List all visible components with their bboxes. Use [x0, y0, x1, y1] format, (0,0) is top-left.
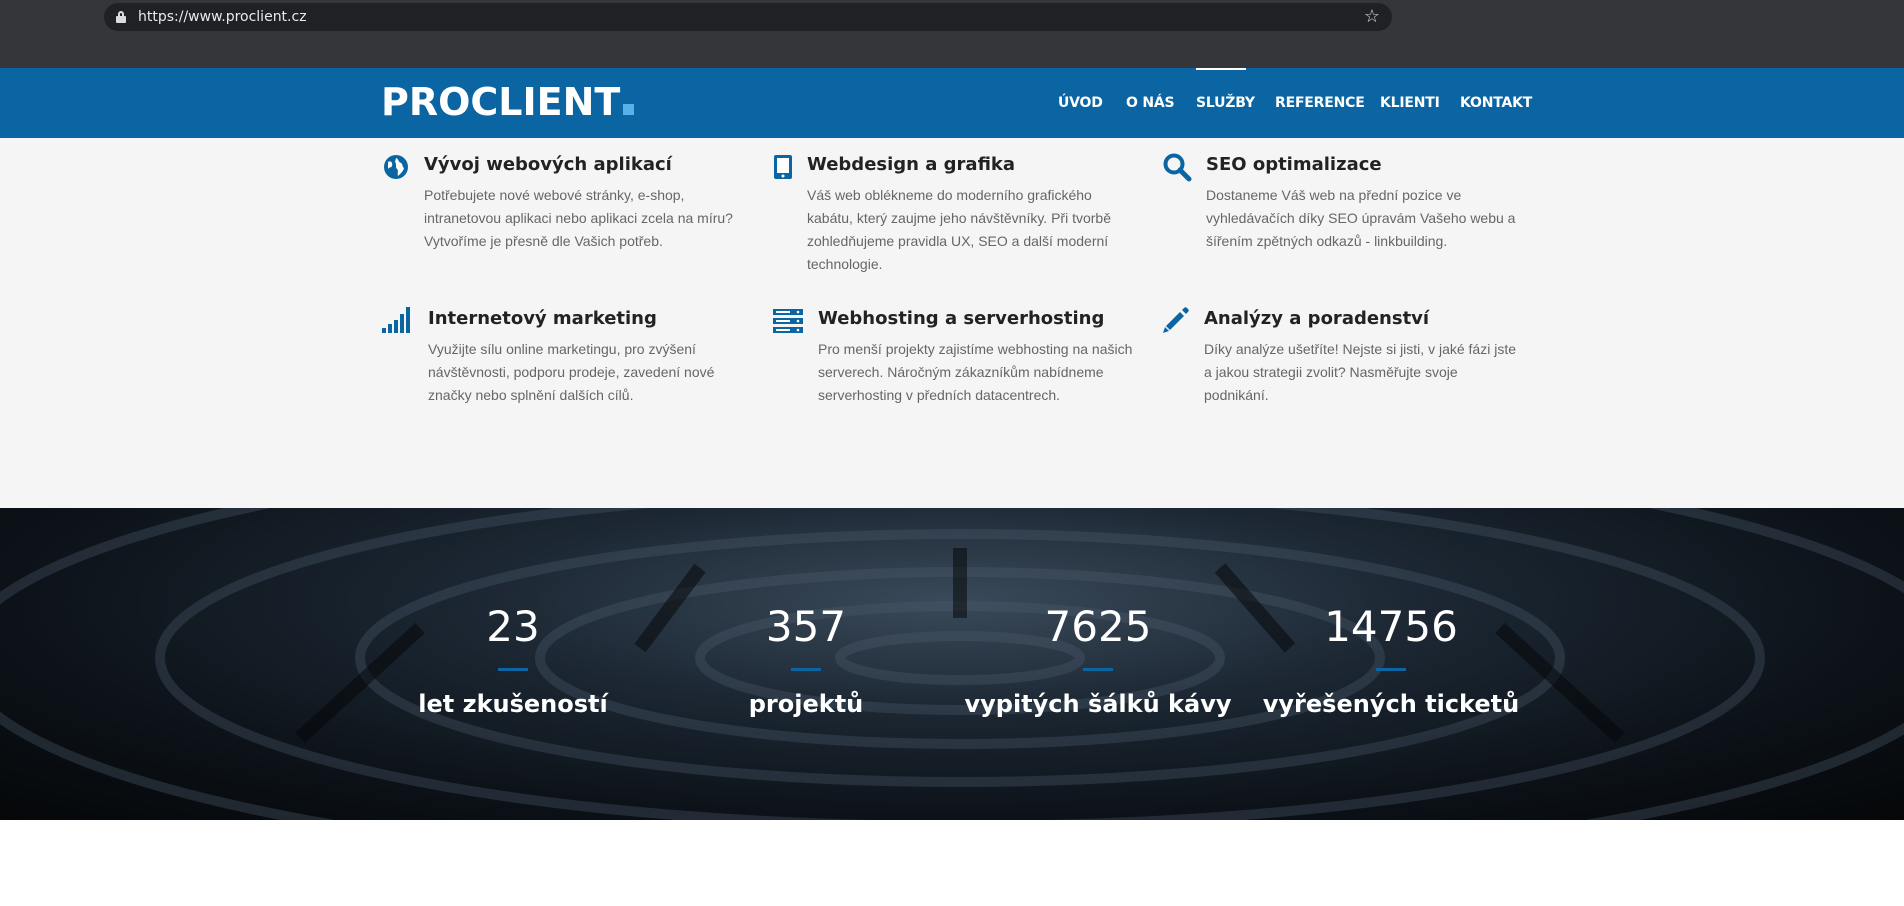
url-text[interactable]: https://www.proclient.cz — [138, 9, 307, 25]
bookmark-star-icon[interactable]: ☆ — [1364, 6, 1380, 26]
site-header: PROCLIENT ÚVOD O NÁS SLUŽBY REFERENCE KL… — [0, 68, 1904, 138]
nav-active-indicator — [1196, 68, 1246, 70]
service-title: Webhosting a serverhosting — [818, 308, 1105, 329]
service-title: SEO optimalizace — [1206, 154, 1382, 175]
pencil-icon — [1163, 307, 1189, 333]
nav-uvod[interactable]: ÚVOD — [1058, 95, 1103, 111]
globe-icon — [384, 155, 408, 179]
stat-value: 14756 — [1324, 602, 1458, 651]
stat-label: vypitých šálků kávy — [964, 690, 1232, 718]
service-description: Dostaneme Váš web na přední pozice ve vy… — [1206, 187, 1516, 249]
service-description: Díky analýze ušetříte! Nejste si jisti, … — [1204, 341, 1516, 403]
search-icon — [1163, 153, 1192, 182]
stat-divider — [1083, 668, 1113, 671]
address-bar[interactable]: https://www.proclient.cz ☆ — [104, 3, 1392, 31]
lock-icon[interactable] — [116, 11, 126, 23]
stat-label: vyřešených ticketů — [1262, 690, 1520, 718]
nav-o-nas[interactable]: O NÁS — [1126, 95, 1175, 111]
service-description: Váš web oblékneme do moderního grafickéh… — [807, 187, 1111, 272]
stat-value: 357 — [765, 602, 847, 651]
service-description: Potřebujete nové webové stránky, e-shop,… — [424, 187, 733, 249]
nav-klienti[interactable]: KLIENTI — [1380, 95, 1440, 111]
service-description: Využijte sílu online marketingu, pro zvý… — [428, 341, 715, 403]
service-title: Webdesign a grafika — [807, 154, 1016, 175]
stat-divider — [498, 668, 528, 671]
browser-chrome: https://www.proclient.cz ☆ — [0, 0, 1904, 68]
logo-dot — [623, 104, 635, 115]
signal-bars-icon — [382, 307, 410, 333]
stat-value: 7625 — [1044, 602, 1152, 651]
nav-sluzby[interactable]: SLUŽBY — [1196, 95, 1255, 111]
services-section: Vývoj webových aplikací Potřebujete nové… — [0, 138, 1904, 508]
stat-label: let zkušeností — [418, 690, 608, 718]
server-icon — [773, 309, 803, 333]
maze-background-image — [0, 508, 1904, 820]
service-title: Analýzy a poradenství — [1204, 308, 1430, 329]
site-logo[interactable]: PROCLIENT — [381, 80, 635, 124]
nav-reference[interactable]: REFERENCE — [1275, 95, 1365, 111]
stat-divider — [1376, 668, 1406, 671]
service-title: Vývoj webových aplikací — [424, 154, 672, 175]
stat-divider — [791, 668, 821, 671]
service-description: Pro menší projekty zajistíme webhosting … — [818, 341, 1133, 403]
stat-value: 23 — [486, 602, 540, 651]
tablet-icon — [774, 155, 792, 179]
stat-label: projektů — [748, 690, 864, 718]
service-title: Internetový marketing — [428, 308, 657, 329]
nav-kontakt[interactable]: KONTAKT — [1460, 95, 1532, 111]
stats-section: 23 let zkušeností 357 projektů 7625 vypi… — [0, 508, 1904, 820]
